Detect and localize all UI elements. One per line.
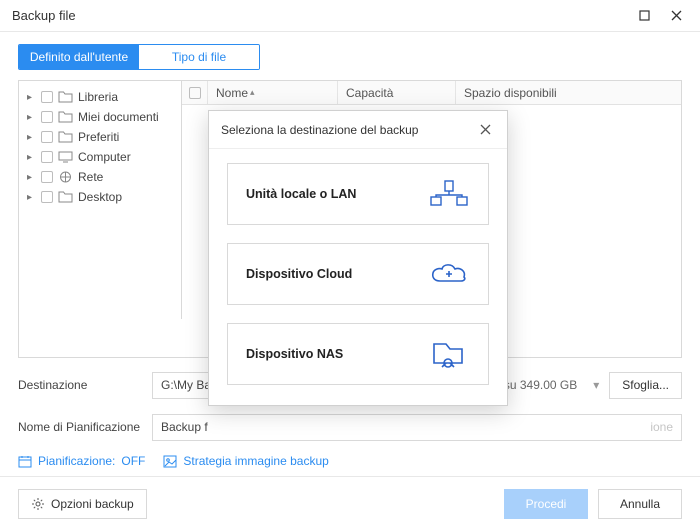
schedule-state: OFF bbox=[121, 454, 145, 468]
destination-label: Destinazione bbox=[18, 378, 142, 392]
tree-item-label: Miei documenti bbox=[78, 110, 159, 124]
folder-icon bbox=[58, 131, 73, 143]
schedule-name-label: Nome di Pianificazione bbox=[18, 420, 142, 434]
schedule-name-row: Nome di Pianificazione Backup f ione bbox=[18, 412, 682, 442]
nas-icon bbox=[426, 339, 472, 369]
chevron-down-icon[interactable]: ▾ bbox=[593, 378, 599, 392]
modal-option-label: Dispositivo NAS bbox=[246, 347, 426, 361]
cancel-button[interactable]: Annulla bbox=[598, 489, 682, 519]
header-checkbox[interactable] bbox=[189, 87, 201, 99]
network-icon bbox=[58, 171, 73, 183]
computer-icon bbox=[58, 151, 73, 163]
modal-header: Seleziona la destinazione del backup bbox=[209, 111, 507, 149]
chevron-right-icon: ▸ bbox=[27, 192, 36, 203]
chevron-right-icon: ▸ bbox=[27, 92, 36, 103]
tree-checkbox[interactable] bbox=[41, 131, 53, 143]
column-label: Nome bbox=[216, 86, 248, 100]
tab-user-defined[interactable]: Definito dall'utente bbox=[19, 45, 139, 69]
tree-item-preferiti[interactable]: ▸ Preferiti bbox=[25, 127, 175, 147]
tree-item-label: Libreria bbox=[78, 90, 118, 104]
strategy-link[interactable]: Strategia immagine backup bbox=[163, 454, 328, 468]
tab-file-type[interactable]: Tipo di file bbox=[139, 45, 259, 69]
titlebar: Backup file bbox=[0, 0, 700, 32]
modal-option-label: Dispositivo Cloud bbox=[246, 267, 426, 281]
lan-icon bbox=[426, 179, 472, 209]
backup-options-label: Opzioni backup bbox=[51, 497, 134, 511]
destination-freespace: su 349.00 GB bbox=[504, 378, 577, 392]
window-title: Backup file bbox=[12, 8, 628, 23]
tree-item-rete[interactable]: ▸ Rete bbox=[25, 167, 175, 187]
tree-checkbox[interactable] bbox=[41, 151, 53, 163]
modal-body: Unità locale o LAN Dispositivo Cloud Dis… bbox=[209, 149, 507, 405]
browse-button-label: Sfoglia... bbox=[622, 378, 669, 392]
column-check[interactable] bbox=[182, 81, 208, 104]
chevron-right-icon: ▸ bbox=[27, 112, 36, 123]
window-maximize-button[interactable] bbox=[628, 4, 660, 28]
column-capacity[interactable]: Capacità bbox=[338, 81, 456, 104]
modal-option-label: Unità locale o LAN bbox=[246, 187, 426, 201]
column-free[interactable]: Spazio disponibili bbox=[456, 81, 681, 104]
schedule-name-value: Backup f bbox=[161, 420, 208, 434]
tree-checkbox[interactable] bbox=[41, 111, 53, 123]
schedule-link-label: Pianificazione: bbox=[38, 454, 115, 468]
tree-item-label: Desktop bbox=[78, 190, 122, 204]
folder-icon bbox=[58, 111, 73, 123]
sort-asc-icon: ▴ bbox=[250, 87, 255, 98]
tree-item-label: Preferiti bbox=[78, 130, 119, 144]
destination-modal: Seleziona la destinazione del backup Uni… bbox=[208, 110, 508, 406]
square-icon bbox=[639, 10, 650, 21]
schedule-name-field[interactable]: Backup f ione bbox=[152, 414, 682, 441]
modal-option-cloud[interactable]: Dispositivo Cloud bbox=[227, 243, 489, 305]
column-label: Spazio disponibili bbox=[464, 86, 557, 100]
tree-item-documenti[interactable]: ▸ Miei documenti bbox=[25, 107, 175, 127]
tree-checkbox[interactable] bbox=[41, 191, 53, 203]
tree-item-libreria[interactable]: ▸ Libreria bbox=[25, 87, 175, 107]
schedule-link[interactable]: Pianificazione: OFF bbox=[18, 454, 145, 468]
source-tabs: Definito dall'utente Tipo di file bbox=[18, 44, 260, 70]
tree-item-label: Computer bbox=[78, 150, 131, 164]
image-icon bbox=[163, 455, 177, 468]
source-tree[interactable]: ▸ Libreria ▸ Miei documenti ▸ Preferiti bbox=[19, 81, 182, 319]
modal-option-local-lan[interactable]: Unità locale o LAN bbox=[227, 163, 489, 225]
close-icon bbox=[671, 10, 682, 21]
list-header: Nome ▴ Capacità Spazio disponibili bbox=[182, 81, 681, 105]
cancel-button-label: Annulla bbox=[620, 497, 660, 511]
chevron-right-icon: ▸ bbox=[27, 172, 36, 183]
tree-item-computer[interactable]: ▸ Computer bbox=[25, 147, 175, 167]
links-row: Pianificazione: OFF Strategia immagine b… bbox=[18, 454, 682, 468]
cloud-icon bbox=[426, 261, 472, 287]
calendar-icon bbox=[18, 455, 32, 468]
column-name[interactable]: Nome ▴ bbox=[208, 81, 338, 104]
tree-item-label: Rete bbox=[78, 170, 103, 184]
modal-close-button[interactable] bbox=[475, 122, 495, 138]
window-close-button[interactable] bbox=[660, 4, 692, 28]
folder-icon bbox=[58, 91, 73, 103]
bottom-bar: Opzioni backup Procedi Annulla bbox=[0, 476, 700, 530]
tree-checkbox[interactable] bbox=[41, 171, 53, 183]
tree-item-desktop[interactable]: ▸ Desktop bbox=[25, 187, 175, 207]
destination-path: G:\My Ba bbox=[161, 378, 211, 392]
proceed-button-label: Procedi bbox=[526, 497, 567, 511]
proceed-button[interactable]: Procedi bbox=[504, 489, 588, 519]
column-label: Capacità bbox=[346, 86, 393, 100]
modal-option-nas[interactable]: Dispositivo NAS bbox=[227, 323, 489, 385]
strategy-link-label: Strategia immagine backup bbox=[183, 454, 328, 468]
tree-checkbox[interactable] bbox=[41, 91, 53, 103]
gear-icon bbox=[31, 497, 45, 511]
backup-options-button[interactable]: Opzioni backup bbox=[18, 489, 147, 519]
close-icon bbox=[480, 124, 491, 135]
browse-button[interactable]: Sfoglia... bbox=[609, 372, 682, 399]
folder-icon bbox=[58, 191, 73, 203]
schedule-name-placeholder-tail: ione bbox=[650, 420, 673, 434]
modal-title: Seleziona la destinazione del backup bbox=[221, 123, 475, 137]
chevron-right-icon: ▸ bbox=[27, 132, 36, 143]
chevron-right-icon: ▸ bbox=[27, 152, 36, 163]
